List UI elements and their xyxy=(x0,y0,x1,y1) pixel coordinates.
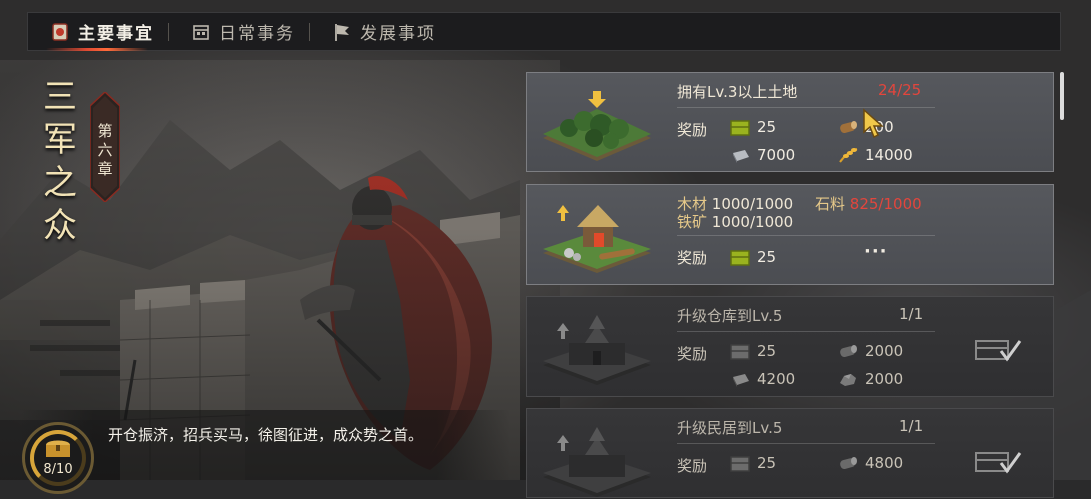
stone-icon xyxy=(840,374,856,386)
chest-progress-text: 8/10 xyxy=(43,462,73,477)
claimed-chest-check-icon xyxy=(975,452,1022,474)
reward-item: 2000 xyxy=(837,369,903,389)
task-list-scrollbar[interactable] xyxy=(1060,72,1064,120)
reward-item: 7000 xyxy=(729,145,795,165)
tab-label: 主要事宜 xyxy=(78,24,154,44)
wood-log-icon xyxy=(840,121,857,134)
wood-log-icon xyxy=(840,457,857,470)
calendar-icon xyxy=(193,24,209,40)
wood-log-icon xyxy=(840,345,857,358)
supply-crate-icon xyxy=(730,456,750,472)
forest-land-tile-icon xyxy=(543,91,651,161)
requirement-stone-value: 825/1000 xyxy=(849,195,922,213)
task-card[interactable]: 拥有Lv.3以上土地 24/25 奖励 25 200 7000 14000 xyxy=(526,72,1054,172)
warehouse-building-icon xyxy=(543,315,651,385)
task-divider xyxy=(677,331,935,332)
reward-item: 25 xyxy=(729,117,776,137)
requirement-iron-value: 1000/1000 xyxy=(711,213,794,231)
task-title: 升级民居到Lv.5 xyxy=(677,419,783,437)
banner-flag-icon xyxy=(335,23,349,41)
scroll-icon xyxy=(52,22,68,41)
chapter-number-char: 六 xyxy=(97,141,113,159)
mouse-cursor-icon xyxy=(863,108,884,139)
task-progress: 24/25 xyxy=(878,81,922,99)
task-progress: 1/1 xyxy=(899,417,924,435)
task-divider xyxy=(677,107,935,108)
reward-amount: 2000 xyxy=(865,342,904,360)
reward-amount: 14000 xyxy=(865,146,913,164)
more-rewards-indicator[interactable]: ··· xyxy=(864,241,888,262)
chapter-number-char: 第 xyxy=(97,122,113,140)
reward-amount: 7000 xyxy=(757,146,796,164)
chapter-number-char: 章 xyxy=(97,160,113,178)
tab-development[interactable]: 发展事项 xyxy=(310,13,450,50)
task-divider xyxy=(677,235,935,236)
supply-crate-icon xyxy=(730,344,750,360)
task-card[interactable]: 升级民居到Lv.5 1/1 奖励 25 4800 xyxy=(526,408,1054,498)
reward-label: 奖励 xyxy=(677,249,708,267)
requirement-iron: 铁矿 1000/1000 xyxy=(677,211,793,232)
reward-label: 奖励 xyxy=(677,345,708,363)
reward-item: 4200 xyxy=(729,369,795,389)
reward-amount: 2000 xyxy=(865,370,904,388)
tab-label: 发展事项 xyxy=(360,24,436,44)
grain-icon xyxy=(839,148,858,163)
task-divider xyxy=(677,443,935,444)
reward-amount: 25 xyxy=(757,248,777,266)
tab-bar: 主要事宜 日常事务 发展事项 xyxy=(27,12,1061,51)
reward-amount: 4800 xyxy=(865,454,904,472)
iron-ingot-icon xyxy=(733,374,749,387)
task-title: 拥有Lv.3以上土地 xyxy=(677,83,798,101)
supply-crate-icon xyxy=(730,120,750,136)
reward-label: 奖励 xyxy=(677,457,708,475)
requirement-iron-label: 铁矿 xyxy=(677,213,708,231)
reward-amount: 25 xyxy=(757,118,777,136)
reward-item: 14000 xyxy=(837,145,913,165)
task-title: 升级仓库到Lv.5 xyxy=(677,307,783,325)
chapter-title-char: 众 xyxy=(43,206,77,246)
tab-main-affairs[interactable]: 主要事宜 xyxy=(28,13,168,51)
treasure-chest-icon xyxy=(46,440,70,457)
reward-item: 4800 xyxy=(837,453,903,473)
chapter-title-char: 三 xyxy=(43,77,77,117)
lumber-hut-icon xyxy=(543,205,651,273)
task-card[interactable]: 升级仓库到Lv.5 1/1 奖励 25 2000 4200 2000 xyxy=(526,296,1054,397)
requirement-stone-label: 石料 xyxy=(815,195,846,213)
requirement-stone: 石料 825/1000 xyxy=(815,193,922,214)
chapter-title: 三 军 之 众 xyxy=(40,76,80,248)
residence-building-icon xyxy=(543,427,651,497)
chapter-title-char: 军 xyxy=(43,120,77,160)
task-card[interactable]: 木材 1000/1000 石料 825/1000 铁矿 1000/1000 奖励… xyxy=(526,184,1054,285)
iron-ingot-icon xyxy=(733,150,749,163)
task-progress: 1/1 xyxy=(899,305,924,323)
reward-amount: 4200 xyxy=(757,370,796,388)
chapter-story-text: 开仓振济，招兵买马，徐图征进，成众势之首。 xyxy=(108,426,424,444)
chapter-number: 第 六 章 xyxy=(90,122,120,179)
chapter-title-char: 之 xyxy=(43,163,77,203)
reward-amount: 25 xyxy=(757,342,777,360)
reward-item: 25 xyxy=(729,247,776,267)
reward-item: 2000 xyxy=(837,341,903,361)
tab-label: 日常事务 xyxy=(219,24,295,44)
reward-item: 25 xyxy=(729,341,776,361)
reward-amount: 25 xyxy=(757,454,777,472)
claimed-chest-check-icon xyxy=(975,340,1022,362)
reward-item: 25 xyxy=(729,453,776,473)
reward-label: 奖励 xyxy=(677,121,708,139)
supply-crate-icon xyxy=(730,250,750,266)
tab-daily-affairs[interactable]: 日常事务 xyxy=(169,13,309,50)
